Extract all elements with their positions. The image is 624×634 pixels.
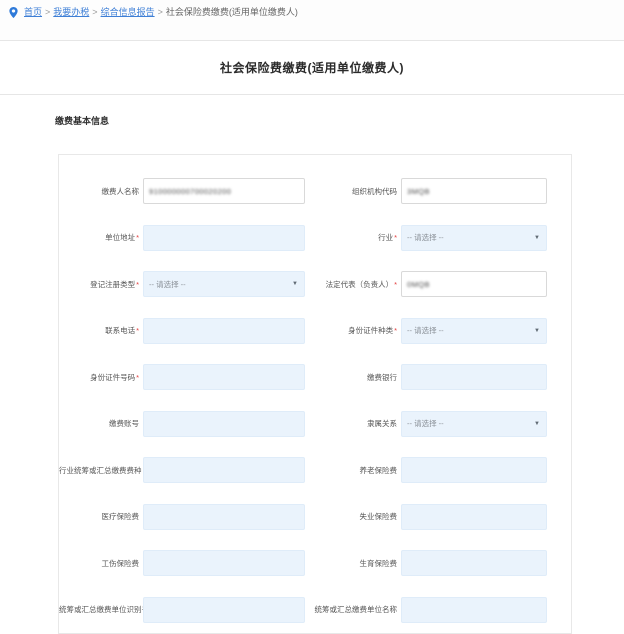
- industry-label: 行业*: [305, 232, 401, 243]
- registration-type-select[interactable]: -- 请选择 --▼: [143, 271, 305, 297]
- affiliation-label: 隶属关系: [305, 418, 401, 429]
- contact-phone-label: 联系电话*: [59, 325, 143, 336]
- breadcrumb-link-info-report[interactable]: 综合信息报告: [101, 7, 155, 18]
- dropdown-arrow-icon: ▼: [292, 281, 298, 287]
- payment-bank-label: 缴费银行: [305, 372, 401, 383]
- id-type-label: 身份证件种类*: [305, 325, 401, 336]
- form-row: 身份证件号码* 缴费银行: [59, 354, 571, 401]
- pension-insurance-input[interactable]: [401, 457, 547, 483]
- basic-info-panel: 缴费人名称 910000000700020200 组织机构代码 3MQB 单位地…: [58, 154, 572, 634]
- breadcrumb-link-tax-services[interactable]: 我要办税: [53, 7, 89, 18]
- pooling-unit-name-label: 统筹或汇总缴费单位名称: [305, 604, 401, 615]
- form-row: 联系电话* 身份证件种类* -- 请选择 --▼: [59, 308, 571, 355]
- breadcrumb: 首页 > 我要办税 > 综合信息报告 > 社会保险费缴费(适用单位缴费人): [0, 0, 624, 41]
- payment-account-label: 缴费账号: [59, 418, 143, 429]
- payer-name-label: 缴费人名称: [59, 186, 143, 197]
- unemployment-insurance-input[interactable]: [401, 504, 547, 530]
- form-row: 医疗保险费 失业保险费: [59, 494, 571, 541]
- contact-phone-input[interactable]: [143, 318, 305, 344]
- page-title: 社会保险费缴费(适用单位缴费人): [220, 59, 404, 76]
- form-row: 行业统筹或汇总缴费费种 养老保险费: [59, 447, 571, 494]
- form-row: 单位地址* 行业* -- 请选择 --▼: [59, 215, 571, 262]
- form-row: 统筹或汇总缴费单位识别号 统筹或汇总缴费单位名称: [59, 587, 571, 634]
- pension-insurance-label: 养老保险费: [305, 465, 401, 476]
- pooling-unit-id-input[interactable]: [143, 597, 305, 623]
- industry-pooling-type-input[interactable]: [143, 457, 305, 483]
- payment-bank-input[interactable]: [401, 364, 547, 390]
- legal-rep-input[interactable]: 0MQB: [401, 271, 547, 297]
- payment-account-input[interactable]: [143, 411, 305, 437]
- legal-rep-label: 法定代表（负责人）*: [305, 279, 401, 290]
- id-number-input[interactable]: [143, 364, 305, 390]
- industry-pooling-type-label: 行业统筹或汇总缴费费种: [59, 465, 143, 476]
- affiliation-select[interactable]: -- 请选择 --▼: [401, 411, 547, 437]
- work-injury-insurance-label: 工伤保险费: [59, 558, 143, 569]
- medical-insurance-label: 医疗保险费: [59, 511, 143, 522]
- location-pin-icon: [9, 7, 18, 18]
- section-title: 缴费基本信息: [55, 114, 624, 127]
- unit-address-input[interactable]: [143, 225, 305, 251]
- breadcrumb-separator: >: [92, 7, 97, 18]
- org-code-label: 组织机构代码: [305, 186, 401, 197]
- id-type-select[interactable]: -- 请选择 --▼: [401, 318, 547, 344]
- registration-type-label: 登记注册类型*: [59, 279, 143, 290]
- form-row: 缴费人名称 910000000700020200 组织机构代码 3MQB: [59, 168, 571, 215]
- pooling-unit-name-input[interactable]: [401, 597, 547, 623]
- dropdown-arrow-icon: ▼: [534, 421, 540, 427]
- pooling-unit-id-label: 统筹或汇总缴费单位识别号: [59, 604, 143, 615]
- breadcrumb-separator: >: [158, 7, 163, 18]
- work-injury-insurance-input[interactable]: [143, 550, 305, 576]
- unit-address-label: 单位地址*: [59, 232, 143, 243]
- title-bar: 社会保险费缴费(适用单位缴费人): [0, 41, 624, 95]
- unemployment-insurance-label: 失业保险费: [305, 511, 401, 522]
- payer-name-input[interactable]: 910000000700020200: [143, 178, 305, 204]
- maternity-insurance-input[interactable]: [401, 550, 547, 576]
- breadcrumb-current-page: 社会保险费缴费(适用单位缴费人): [166, 7, 298, 18]
- dropdown-arrow-icon: ▼: [534, 328, 540, 334]
- maternity-insurance-label: 生育保险费: [305, 558, 401, 569]
- form-row: 缴费账号 隶属关系 -- 请选择 --▼: [59, 401, 571, 448]
- medical-insurance-input[interactable]: [143, 504, 305, 530]
- id-number-label: 身份证件号码*: [59, 372, 143, 383]
- dropdown-arrow-icon: ▼: [534, 235, 540, 241]
- form-row: 工伤保险费 生育保险费: [59, 540, 571, 587]
- org-code-input[interactable]: 3MQB: [401, 178, 547, 204]
- industry-select[interactable]: -- 请选择 --▼: [401, 225, 547, 251]
- form-row: 登记注册类型* -- 请选择 --▼ 法定代表（负责人）* 0MQB: [59, 261, 571, 308]
- breadcrumb-separator: >: [45, 7, 50, 18]
- breadcrumb-link-home[interactable]: 首页: [24, 7, 42, 18]
